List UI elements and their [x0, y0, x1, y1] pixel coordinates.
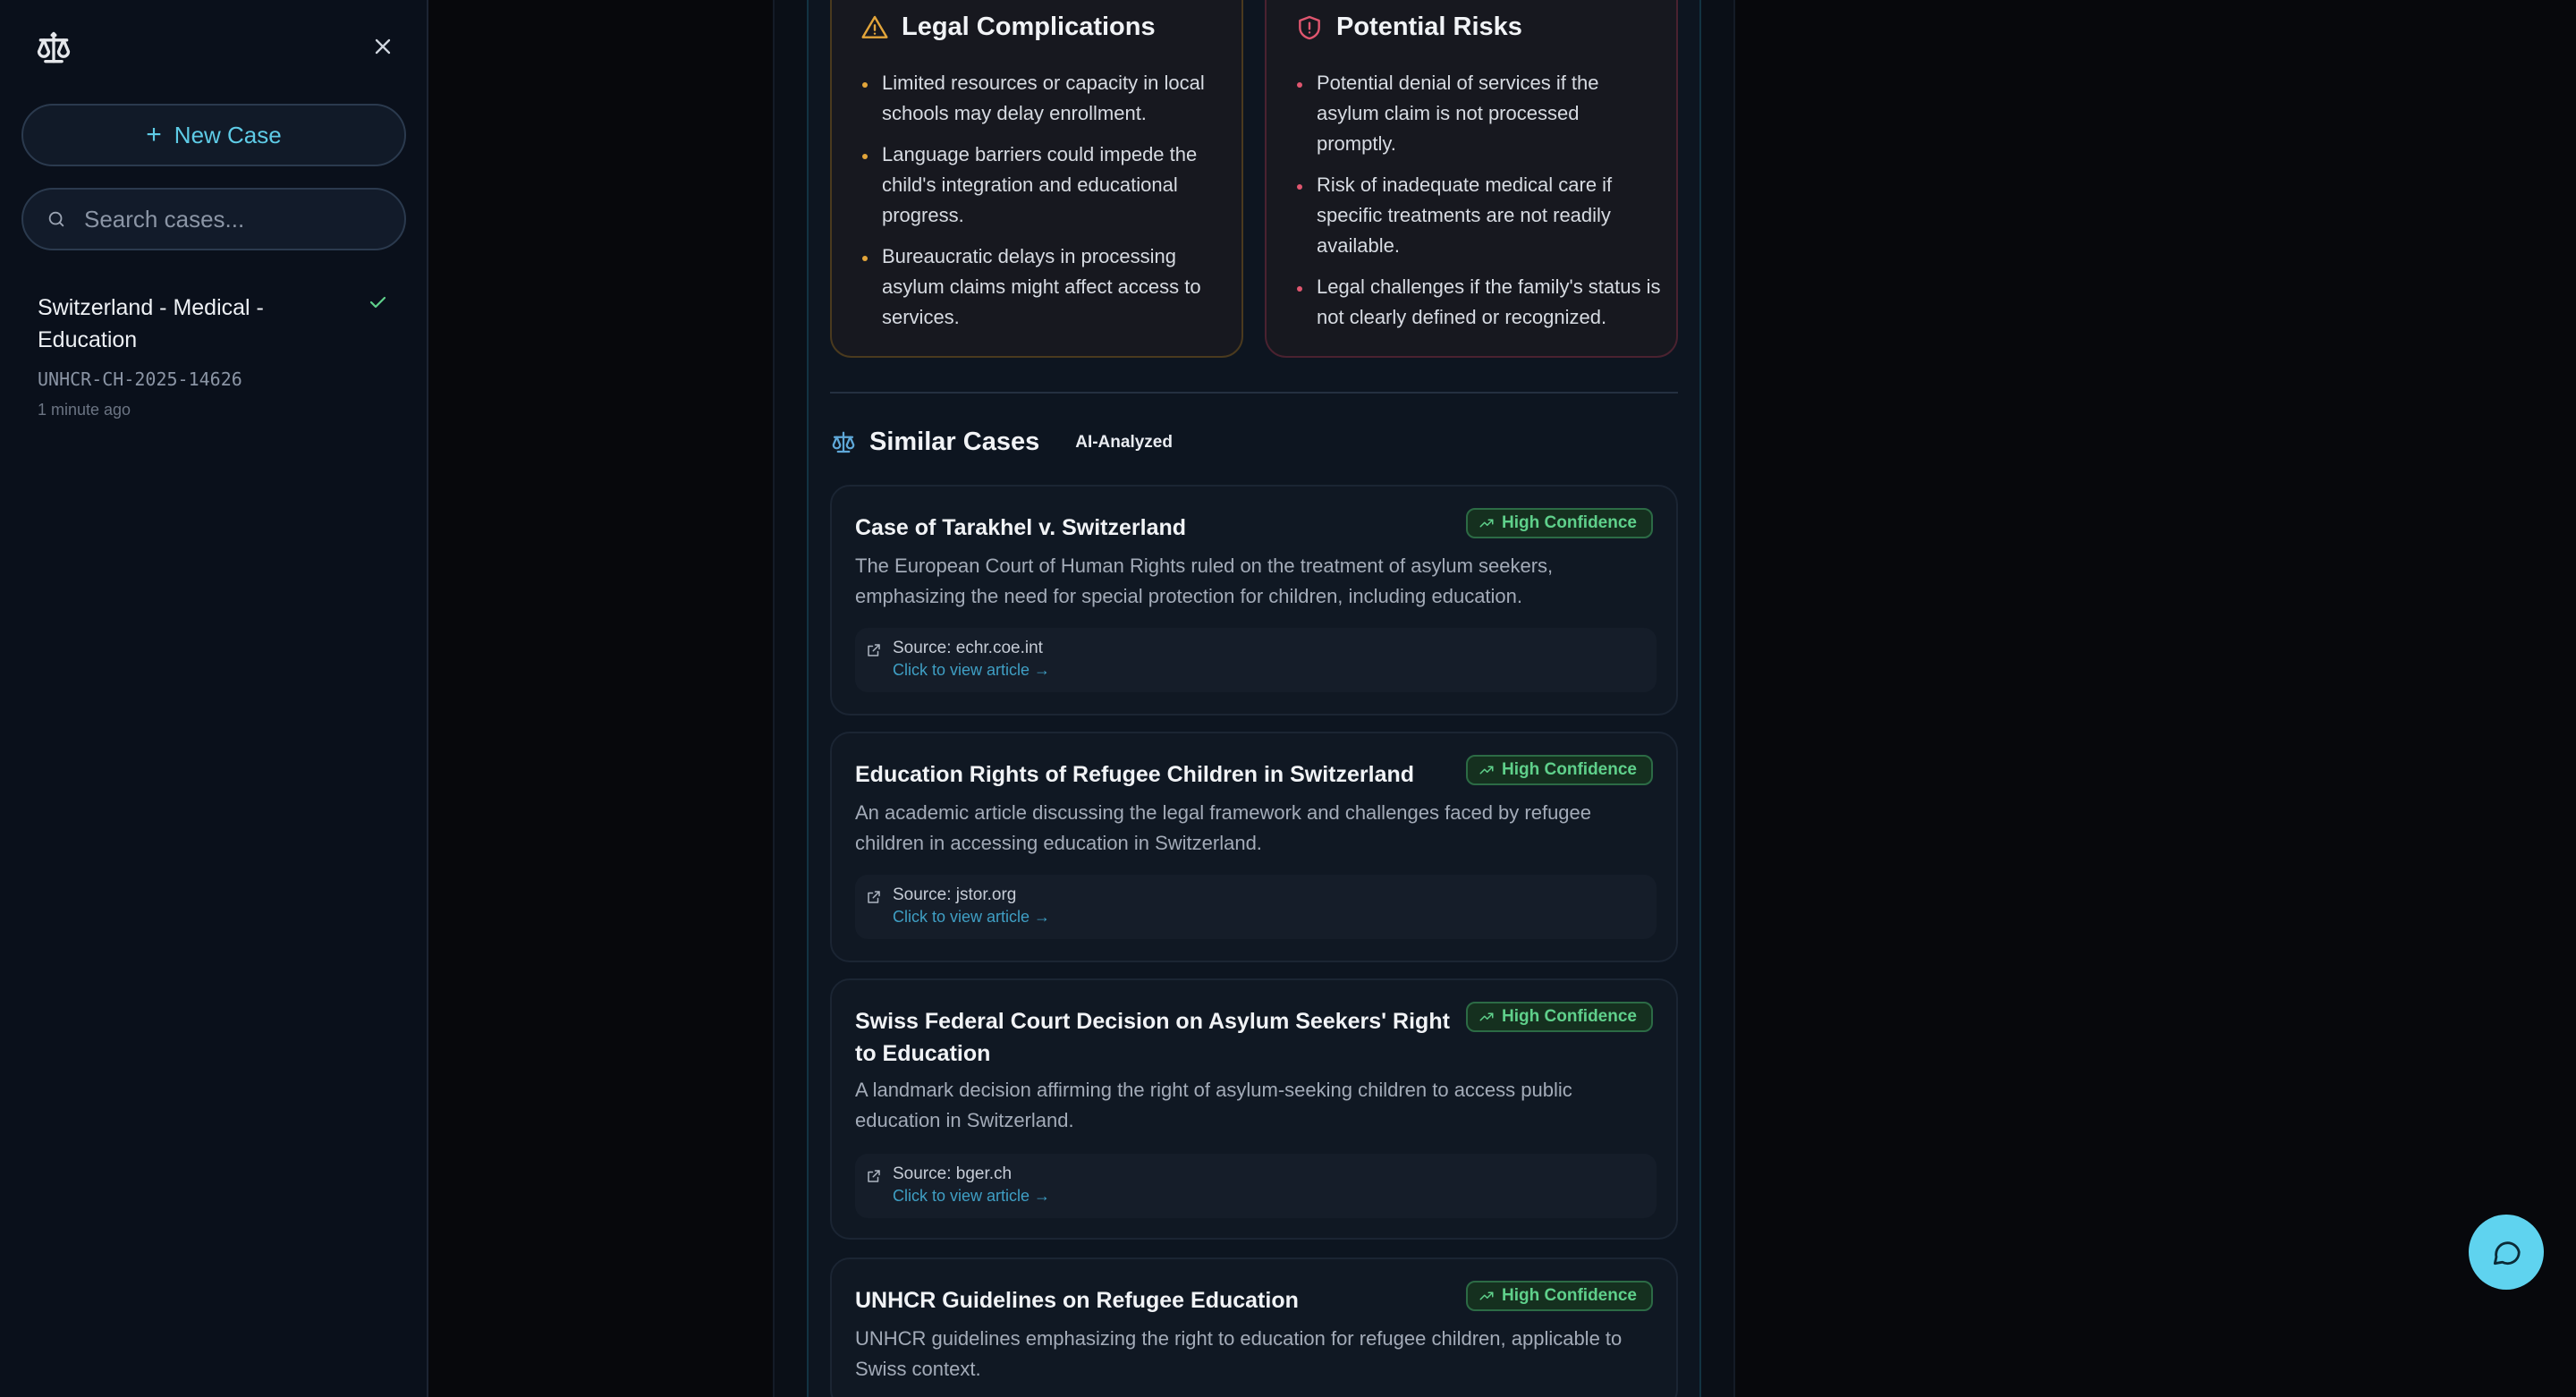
confidence-label: High Confidence	[1502, 1286, 1637, 1305]
scales-icon[interactable]	[32, 29, 75, 68]
external-link-icon	[868, 891, 880, 903]
similar-case-title: UNHCR Guidelines on Refugee Education	[855, 1288, 1299, 1313]
list-item: Language barriers could impede the child…	[860, 140, 1227, 231]
close-icon[interactable]	[370, 34, 395, 59]
shield-icon	[1299, 15, 1320, 39]
potential-risks-card: Potential Risks Potential denial of serv…	[1265, 0, 1678, 358]
trending-up-icon	[1479, 766, 1494, 775]
similar-cases-header: Similar Cases AI-Analyzed	[830, 428, 1173, 457]
similar-case-title: Case of Tarakhel v. Switzerland	[855, 515, 1187, 540]
similar-case-card[interactable]: Education Rights of Refugee Children in …	[830, 732, 1678, 962]
similar-case-title: Swiss Federal Court Decision on Asylum S…	[855, 1009, 1450, 1066]
chat-bubble-icon	[2493, 1241, 2521, 1266]
new-case-button[interactable]: + New Case	[21, 104, 406, 166]
source-link[interactable]: Source: bger.ch Click to view article →	[855, 1154, 1657, 1218]
trending-up-icon	[1479, 519, 1494, 528]
similar-case-title: Education Rights of Refugee Children in …	[855, 762, 1415, 787]
source-label: Source: bger.ch	[893, 1164, 1013, 1183]
source-link[interactable]: Source: echr.coe.int Click to view artic…	[855, 628, 1657, 692]
case-list-item[interactable]: Switzerland - Medical - Education UNHCR-…	[38, 292, 395, 419]
search-input[interactable]	[84, 205, 388, 233]
confidence-badge: High Confidence	[1466, 1002, 1653, 1032]
new-case-label: New Case	[174, 121, 282, 148]
search-box	[21, 188, 406, 250]
scales-icon	[832, 431, 855, 453]
ai-analyzed-badge: AI-Analyzed	[1075, 432, 1173, 452]
check-icon	[369, 296, 386, 309]
search-icon	[48, 211, 64, 227]
potential-risks-list: Potential denial of services if the asyl…	[1295, 68, 1662, 343]
list-item: Risk of inadequate medical care if speci…	[1295, 170, 1662, 261]
case-id: UNHCR-CH-2025-14626	[38, 368, 242, 390]
plus-icon: +	[146, 120, 162, 149]
sidebar: + New Case Switzerland - Medical - Educa…	[0, 0, 428, 1397]
similar-case-card[interactable]: Case of Tarakhel v. Switzerland High Con…	[830, 485, 1678, 715]
external-link-icon	[868, 644, 880, 656]
similar-case-description: UNHCR guidelines emphasizing the right t…	[855, 1327, 1623, 1380]
similar-case-description: An academic article discussing the legal…	[855, 801, 1592, 854]
similar-case-card[interactable]: UNHCR Guidelines on Refugee Education Hi…	[830, 1257, 1678, 1397]
legal-complications-title: Legal Complications	[902, 13, 1156, 41]
warning-triangle-icon	[861, 15, 888, 38]
legal-complications-list: Limited resources or capacity in local s…	[860, 68, 1227, 343]
confidence-label: High Confidence	[1502, 513, 1637, 532]
list-item: Legal challenges if the family's status …	[1295, 272, 1662, 333]
view-article-link[interactable]: Click to view article →	[893, 1187, 1050, 1206]
case-title: Switzerland - Medical - Education	[38, 295, 264, 352]
view-article-link[interactable]: Click to view article →	[893, 908, 1050, 927]
source-label: Source: jstor.org	[893, 885, 1017, 904]
potential-risks-title: Potential Risks	[1336, 13, 1522, 41]
view-article-link[interactable]: Click to view article →	[893, 661, 1050, 680]
trending-up-icon	[1479, 1291, 1494, 1300]
confidence-label: High Confidence	[1502, 1007, 1637, 1026]
confidence-badge: High Confidence	[1466, 1281, 1653, 1311]
chat-button[interactable]	[2469, 1215, 2544, 1290]
legal-complications-card: Legal Complications Limited resources or…	[830, 0, 1243, 358]
potential-risks-header: Potential Risks	[1295, 13, 1522, 42]
confidence-badge: High Confidence	[1466, 755, 1653, 785]
source-link[interactable]: Source: jstor.org Click to view article …	[855, 875, 1657, 939]
trending-up-icon	[1479, 1012, 1494, 1021]
confidence-badge: High Confidence	[1466, 508, 1653, 538]
similar-case-description: The European Court of Human Rights ruled…	[855, 555, 1554, 607]
similar-cases-title: Similar Cases	[869, 428, 1040, 456]
source-label: Source: echr.coe.int	[893, 639, 1043, 657]
section-divider	[830, 392, 1678, 394]
similar-case-description: A landmark decision affirming the right …	[855, 1079, 1572, 1131]
external-link-icon	[868, 1170, 880, 1182]
list-item: Limited resources or capacity in local s…	[860, 68, 1227, 129]
list-item: Potential denial of services if the asyl…	[1295, 68, 1662, 159]
case-timestamp: 1 minute ago	[38, 401, 131, 419]
list-item: Bureaucratic delays in processing asylum…	[860, 241, 1227, 333]
legal-complications-header: Legal Complications	[860, 13, 1156, 42]
confidence-label: High Confidence	[1502, 760, 1637, 779]
similar-case-card[interactable]: Swiss Federal Court Decision on Asylum S…	[830, 978, 1678, 1240]
